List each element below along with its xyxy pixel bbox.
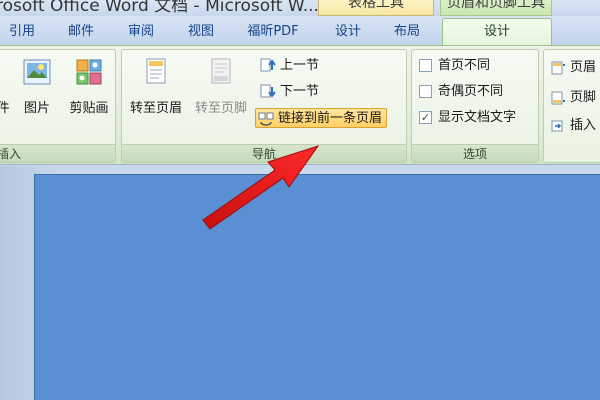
different-odd-even-checkbox[interactable]: 奇偶页不同 — [416, 82, 503, 102]
different-odd-even-label: 奇偶页不同 — [438, 84, 504, 99]
options-group-label: 选项 — [412, 144, 538, 162]
next-section-icon — [260, 84, 276, 100]
insert-file-label: 件 — [0, 101, 10, 116]
link-to-previous-button[interactable]: 链接到前一条页眉 — [255, 108, 388, 128]
previous-section-icon — [260, 58, 276, 74]
title-bar: rosoft Office Word 文档 - Microsoft W... 表… — [0, 0, 600, 16]
tab-view[interactable]: 视图 — [183, 22, 219, 45]
header-footer-tools-context-label: 页眉和页脚工具 — [440, 0, 552, 16]
go-to-header-button[interactable]: 转至页眉 — [126, 56, 186, 120]
tab-foxit-pdf[interactable]: 福昕PDF — [238, 22, 308, 45]
next-section-label: 下一节 — [280, 84, 320, 99]
tab-review[interactable]: 审阅 — [123, 22, 159, 45]
previous-section-button[interactable]: 上一节 — [258, 56, 319, 76]
insert-file-button[interactable]: 件 — [0, 56, 15, 120]
footer-position-icon — [550, 90, 566, 106]
different-odd-even-box — [419, 85, 432, 98]
header-page-icon — [142, 56, 170, 88]
insert-picture-label: 图片 — [23, 101, 50, 116]
insert-clipart-label: 剪贴画 — [69, 101, 109, 116]
options-group: 首页不同 奇偶页不同 ✓ 显示文档文字 选项 — [411, 49, 539, 163]
tab-header-footer-design[interactable]: 设计 — [442, 18, 552, 46]
tab-mailings[interactable]: 邮件 — [63, 22, 99, 45]
header-position-label: 页眉 — [570, 60, 597, 75]
different-first-page-label: 首页不同 — [438, 58, 491, 73]
document-page[interactable] — [34, 174, 600, 400]
show-document-text-label: 显示文档文字 — [438, 110, 517, 125]
footer-page-icon — [207, 56, 235, 88]
insert-group-label: 插入 — [0, 144, 115, 162]
different-first-page-checkbox[interactable]: 首页不同 — [416, 56, 490, 76]
insert-clipart-button[interactable]: 剪贴画 — [65, 56, 113, 120]
picture-icon — [23, 56, 51, 88]
table-tools-context-label: 表格工具 — [318, 0, 434, 16]
go-to-footer-label: 转至页脚 — [194, 101, 247, 116]
navigation-group: 转至页眉 转至页脚 上一节 下一节 链接到前一条页眉 导航 — [121, 49, 407, 163]
footer-position-button[interactable]: 页脚 — [548, 88, 596, 108]
header-position-button[interactable]: 页眉 — [548, 58, 596, 78]
tab-table-design[interactable]: 设计 — [328, 22, 368, 45]
show-document-text-checkbox[interactable]: ✓ 显示文档文字 — [416, 108, 516, 128]
tab-table-layout[interactable]: 布局 — [387, 22, 427, 45]
tab-references[interactable]: 引用 — [4, 22, 40, 45]
footer-position-label: 页脚 — [570, 90, 597, 105]
header-position-icon — [550, 60, 566, 76]
link-to-previous-label: 链接到前一条页眉 — [278, 111, 383, 126]
go-to-footer-button[interactable]: 转至页脚 — [191, 56, 251, 120]
position-group: 页眉 页脚 插入 — [543, 49, 600, 163]
insert-tab-icon — [550, 118, 566, 134]
checkmark-icon: ✓ — [419, 111, 432, 124]
clipart-icon — [75, 56, 103, 88]
insert-tab-button[interactable]: 插入 — [548, 116, 596, 136]
go-to-header-label: 转至页眉 — [129, 101, 182, 116]
ribbon: 件 图片 剪贴画 插入 转至页眉 转至页脚 上一节 下一节 链接到前一条页眉 导… — [0, 45, 600, 165]
insert-group: 件 图片 剪贴画 插入 — [0, 49, 116, 163]
link-icon — [258, 111, 274, 127]
previous-section-label: 上一节 — [280, 58, 320, 73]
window-title: rosoft Office Word 文档 - Microsoft W... — [0, 0, 319, 16]
ribbon-tabs: 引用 邮件 审阅 视图 福昕PDF 设计 布局 设计 — [0, 16, 600, 46]
next-section-button[interactable]: 下一节 — [258, 82, 319, 102]
different-first-page-box — [419, 59, 432, 72]
file-icon — [0, 56, 19, 88]
insert-tab-label: 插入 — [570, 118, 597, 133]
navigation-group-label: 导航 — [122, 144, 406, 162]
insert-picture-button[interactable]: 图片 — [19, 56, 55, 120]
